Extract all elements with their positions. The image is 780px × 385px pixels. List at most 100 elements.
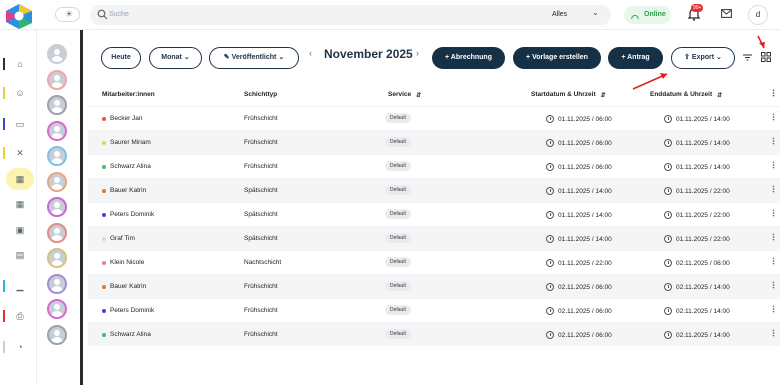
shuffle-icon: ✕	[16, 147, 24, 158]
end-datetime-value: 01.11.2025 / 14:00	[676, 116, 730, 123]
sort-icon[interactable]: ⇵	[717, 92, 722, 99]
sidebar-item-calendar-check[interactable]: ▣	[6, 219, 34, 241]
table-row[interactable]: Schwarz Alina Frühschicht Default 02.11.202…	[88, 322, 780, 346]
start-datetime: 01.11.2025 / 22:00	[546, 259, 612, 267]
avatar[interactable]	[47, 95, 67, 115]
clock-icon	[546, 259, 554, 267]
avatar[interactable]	[47, 222, 67, 243]
start-datetime-value: 01.11.2025 / 06:00	[558, 164, 612, 171]
shift-type: Frühschicht	[244, 307, 278, 314]
avatar[interactable]	[47, 248, 67, 268]
avatar[interactable]	[47, 120, 67, 141]
mail-icon[interactable]	[721, 9, 732, 18]
service-badge: Default	[385, 257, 411, 267]
avatar[interactable]	[47, 273, 67, 294]
search-scope-select[interactable]: Alles	[552, 11, 567, 18]
notification-badge: 99+	[691, 4, 704, 12]
clock-icon	[546, 163, 554, 171]
avatar[interactable]	[47, 69, 67, 90]
employee-name: Graf Tim	[110, 235, 135, 242]
sidebar-item-mood[interactable]: ☺	[3, 82, 34, 104]
filter-icon[interactable]	[743, 54, 752, 61]
billing-button[interactable]: + Abrechnung	[432, 47, 505, 69]
column-header-shift-type[interactable]: Schichttyp	[244, 91, 277, 98]
user-avatar[interactable]: d	[748, 5, 768, 25]
prev-month-button[interactable]: ‹	[309, 48, 312, 58]
shift-type: Spätschicht	[244, 235, 278, 242]
column-header-employee[interactable]: Mitarbeiter:innen	[102, 91, 155, 98]
table-row[interactable]: Saurer Miriam Frühschicht Default 01.11.202…	[88, 130, 780, 154]
period-select[interactable]: Monat ⌄	[149, 47, 202, 69]
table-row[interactable]: Peters Dominik Frühschicht Default 02.11.20…	[88, 298, 780, 322]
wifi-icon: ◠	[631, 13, 639, 23]
column-options-icon[interactable]: ⋯	[769, 89, 778, 97]
table-row[interactable]: Graf Tim Spätschicht Default 01.11.2025 / 1…	[88, 226, 780, 250]
row-menu-icon[interactable]: ⋯	[769, 233, 778, 241]
theme-toggle[interactable]: ☀	[55, 7, 80, 22]
end-datetime-value: 01.11.2025 / 14:00	[676, 164, 730, 171]
shift-type: Frühschicht	[244, 115, 278, 122]
column-header-end[interactable]: Enddatum & Uhrzeit ⇵	[650, 91, 722, 99]
table-row[interactable]: Schwarz Alina Frühschicht Default 01.11.202…	[88, 154, 780, 178]
grid-view-icon[interactable]	[761, 52, 771, 62]
row-menu-icon[interactable]: ⋯	[769, 329, 778, 337]
employee-name: Saurer Miriam	[110, 139, 151, 146]
request-button[interactable]: + Antrag	[608, 47, 663, 69]
upload-icon: ⇪	[684, 54, 690, 61]
row-menu-icon[interactable]: ⋯	[769, 281, 778, 289]
avatar[interactable]	[47, 171, 67, 192]
chevron-down-icon[interactable]: ⌄	[592, 8, 599, 17]
table-row[interactable]: Bauer Katrin Frühschicht Default 02.11.2025…	[88, 274, 780, 298]
table-row[interactable]: Bauer Katrin Spätschicht Default 01.11.2025…	[88, 178, 780, 202]
people-column	[37, 30, 83, 385]
sidebar-item-calendar[interactable]: ▦	[6, 193, 34, 215]
shift-type: Frühschicht	[244, 163, 278, 170]
row-menu-icon[interactable]: ⋯	[769, 185, 778, 193]
published-select[interactable]: ✎ Veröffentlicht ⌄	[209, 47, 299, 69]
row-menu-icon[interactable]: ⋯	[769, 305, 778, 313]
next-month-button[interactable]: ›	[416, 48, 419, 58]
sidebar-item-analytics[interactable]: ▁	[3, 275, 34, 297]
start-datetime: 01.11.2025 / 14:00	[546, 235, 612, 243]
sidebar-item-calendar-list[interactable]: ▤	[6, 244, 34, 266]
status-dot	[102, 213, 106, 217]
avatar[interactable]	[47, 44, 67, 64]
end-datetime: 01.11.2025 / 14:00	[664, 139, 730, 147]
service-badge: Default	[385, 209, 411, 219]
employee-name: Klein Nicole	[110, 259, 145, 266]
billing-label: Abrechnung	[450, 54, 492, 61]
row-menu-icon[interactable]: ⋯	[769, 113, 778, 121]
today-button[interactable]: Heute	[101, 47, 141, 69]
create-template-button[interactable]: + Vorlage erstellen	[513, 47, 601, 69]
search-bar[interactable]: Suche Alles ⌄	[90, 5, 611, 25]
search-input[interactable]: Suche	[109, 11, 129, 18]
row-menu-icon[interactable]: ⋯	[769, 257, 778, 265]
shift-type: Nachtschicht	[244, 259, 282, 266]
avatar[interactable]	[47, 324, 67, 345]
sidebar-item-docs[interactable]: ▭	[3, 113, 34, 135]
sidebar-item-home[interactable]: ⌂	[3, 53, 34, 75]
clock-icon	[664, 307, 672, 315]
row-menu-icon[interactable]: ⋯	[769, 209, 778, 217]
row-menu-icon[interactable]: ⋯	[769, 161, 778, 169]
sidebar-item-shifts[interactable]: ▦	[6, 168, 34, 190]
row-menu-icon[interactable]: ⋯	[769, 137, 778, 145]
avatar[interactable]	[47, 197, 67, 217]
online-status[interactable]: ◠ Online	[624, 6, 671, 24]
sidebar-item-settings[interactable]: ◔	[3, 336, 34, 358]
table-row[interactable]: Klein Nicole Nachtschicht Default 01.11.202…	[88, 250, 780, 274]
table-row[interactable]: Becker Jan Frühschicht Default 01.11.2025 /…	[88, 106, 780, 130]
end-datetime: 01.11.2025 / 22:00	[664, 235, 730, 243]
sort-icon[interactable]: ⇵	[416, 92, 421, 99]
sidebar-item-shuffle[interactable]: ✕	[3, 142, 34, 164]
table-row[interactable]: Peters Dominik Spätschicht Default 01.11.20…	[88, 202, 780, 226]
column-header-start[interactable]: Startdatum & Uhrzeit ⇵	[531, 91, 606, 99]
sidebar-item-print[interactable]: ⎙	[3, 305, 34, 327]
avatar[interactable]	[47, 299, 67, 319]
app-logo[interactable]	[4, 3, 34, 29]
status-dot	[102, 261, 106, 265]
column-header-service[interactable]: Service ⇵	[388, 91, 421, 99]
export-button[interactable]: ⇪ Export ⌄	[671, 47, 735, 69]
avatar[interactable]	[47, 146, 67, 166]
sort-icon[interactable]: ⇵	[601, 92, 606, 99]
